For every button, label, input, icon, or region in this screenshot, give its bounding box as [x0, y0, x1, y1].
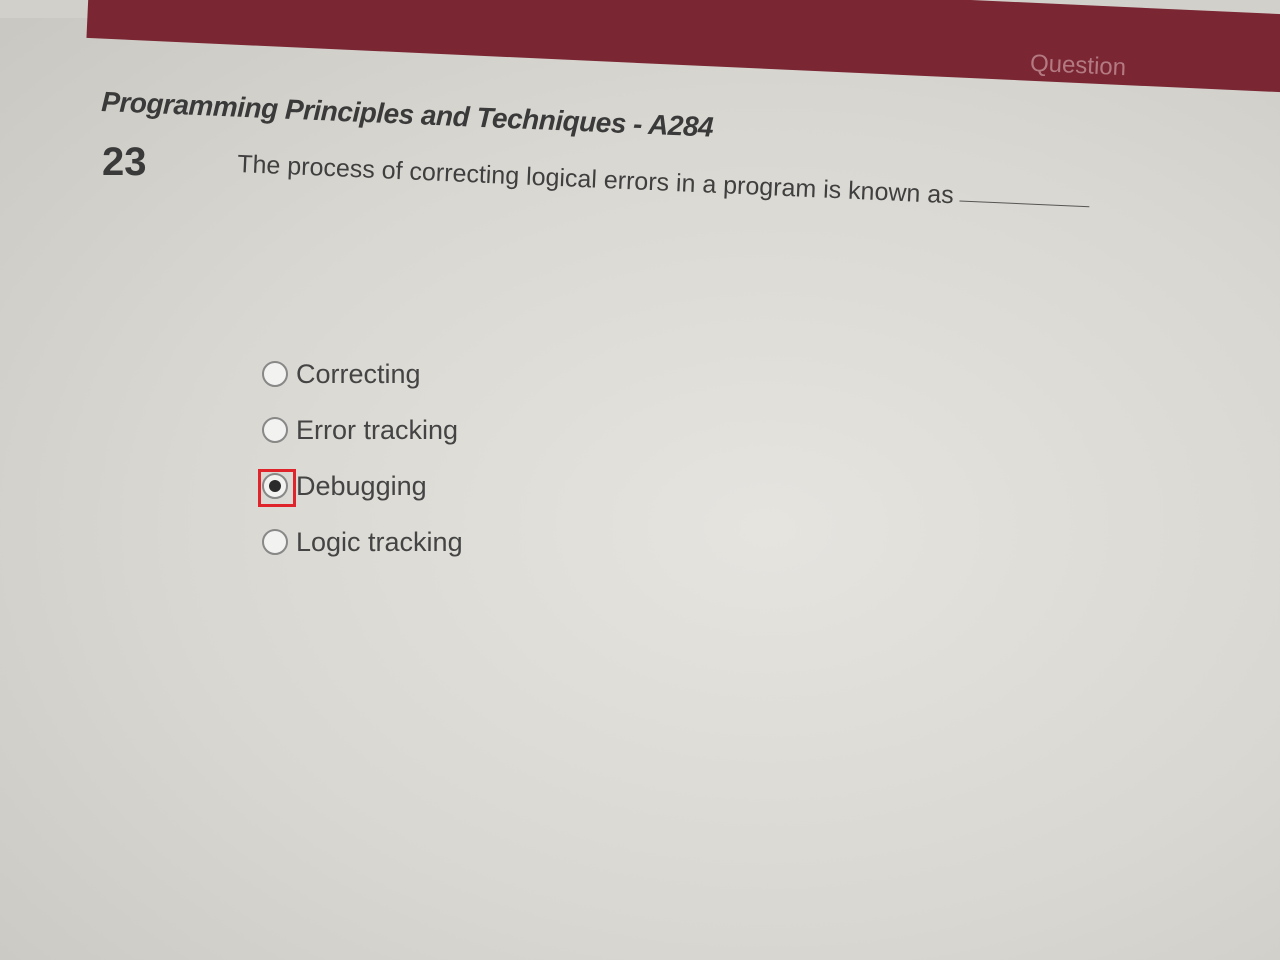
question-number: 23: [102, 140, 147, 184]
radio-button[interactable]: [262, 417, 288, 443]
question-text-content: The process of correcting logical errors…: [236, 150, 955, 210]
option-label: Error tracking: [296, 414, 459, 445]
radio-button-selected[interactable]: [258, 469, 296, 507]
option-logic-tracking[interactable]: Logic tracking: [262, 514, 463, 570]
radio-button[interactable]: [262, 529, 288, 555]
question-tab[interactable]: Question: [1029, 50, 1126, 82]
answer-blank: [959, 200, 1090, 208]
option-error-tracking[interactable]: Error tracking: [262, 402, 463, 458]
option-label: Debugging: [296, 470, 427, 501]
answer-options: Correcting Error tracking Debugging Logi…: [258, 346, 463, 570]
option-label: Correcting: [296, 358, 421, 389]
question-text: The process of correcting logical errors…: [237, 150, 1090, 216]
option-correcting[interactable]: Correcting: [262, 346, 463, 402]
course-title: Programming Principles and Techniques - …: [100, 86, 714, 143]
option-debugging[interactable]: Debugging: [258, 458, 463, 514]
highlight-box: [258, 469, 296, 507]
radio-button[interactable]: [262, 361, 288, 387]
option-label: Logic tracking: [296, 526, 463, 557]
